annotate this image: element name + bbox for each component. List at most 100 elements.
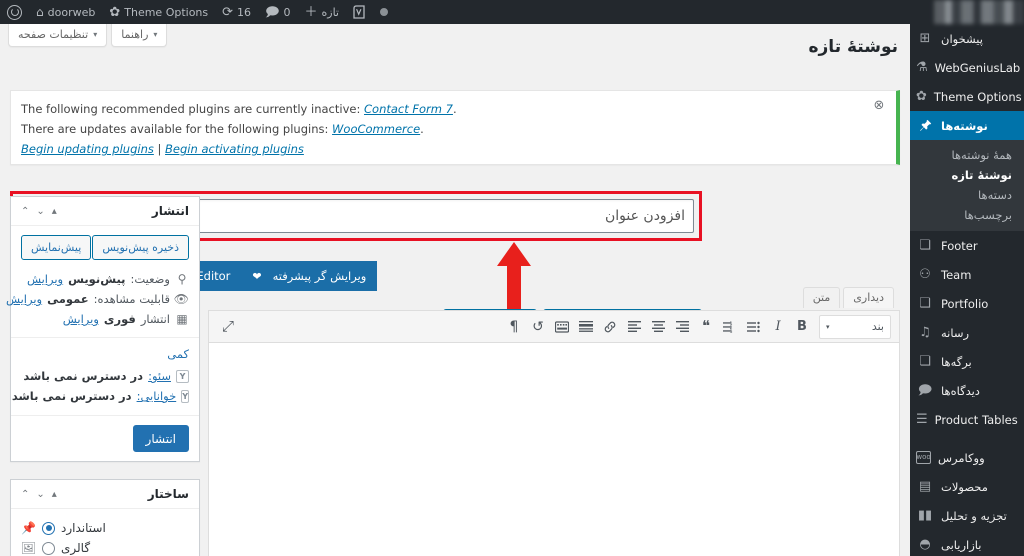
sidebar-item-dashboard[interactable]: پیشخوان ⊞	[910, 24, 1024, 53]
link-icon[interactable]	[599, 316, 621, 338]
more-glyph	[579, 321, 593, 332]
update-arrows-icon: ⟳	[222, 4, 234, 20]
site-name-item[interactable]: doorweb ⌂	[29, 0, 102, 24]
sidebar-item-all-posts[interactable]: همهٔ نوشته‌ها	[910, 145, 1024, 165]
fullscreen-icon[interactable]: ⤢	[217, 316, 239, 338]
publish-actions-row: ذخیره پیش‌نویس پیش‌نمایش	[21, 235, 189, 260]
gear-icon: ✿	[109, 4, 121, 20]
format-option-standard[interactable]: 📌 استاندارد	[21, 518, 189, 538]
numbered-list-icon[interactable]: 123	[719, 316, 741, 338]
screen-options-tab-label: تنظیمات صفحه	[18, 28, 89, 41]
sidebar-item-posts[interactable]: نوشته‌ها	[910, 111, 1024, 140]
comments-item[interactable]: 0 🗩	[258, 0, 297, 24]
new-content-item[interactable]: تازه ＋	[297, 0, 346, 24]
red-arrow-annotation	[497, 242, 531, 314]
site-name-redacted[interactable]	[934, 0, 1024, 24]
sidebar-item-webgeniuslab[interactable]: WebGeniusLab ⚗	[910, 53, 1024, 82]
close-icon[interactable]: ⊗	[872, 99, 886, 113]
toggle-panel-icon[interactable]: ▴	[52, 206, 57, 217]
sidebar-item-categories[interactable]: دسته‌ها	[910, 185, 1024, 205]
align-left-glyph	[627, 321, 641, 332]
blockquote-icon[interactable]: ❝	[695, 316, 717, 338]
sidebar-item-analytics[interactable]: تجزیه و تحلیل ▮▮	[910, 501, 1024, 530]
sidebar-item-new-post[interactable]: نوشتهٔ تازه	[910, 165, 1024, 185]
yoast-icon[interactable]	[346, 0, 373, 24]
tab-text[interactable]: متن	[802, 287, 841, 308]
publish-button[interactable]: انتشار	[132, 425, 189, 452]
sidebar-item-portfolio[interactable]: Portfolio ❑	[910, 289, 1024, 318]
bold-icon[interactable]: B	[791, 316, 813, 338]
sidebar-item-label: ووکامرس	[938, 450, 985, 465]
align-left-icon[interactable]	[623, 316, 645, 338]
preview-button[interactable]: پیش‌نمایش	[21, 235, 92, 260]
sidebar-item-label: Product Tables	[934, 412, 1018, 427]
post-content-editor: دیداری متن بند ▾ B I 1 2 3 ❝ ↺ ¶ ⤢	[208, 287, 900, 556]
sidebar-item-product-tables[interactable]: Product Tables ☰	[910, 405, 1024, 434]
ul-glyph	[747, 321, 760, 332]
keyboard-icon[interactable]	[551, 316, 573, 338]
sidebar-item-pages[interactable]: برگه‌ها ❏	[910, 347, 1024, 376]
status-dot-icon[interactable]	[373, 0, 395, 24]
updates-item[interactable]: 16 ⟳	[215, 0, 258, 24]
metabox-divider	[11, 337, 199, 338]
italic-icon[interactable]: I	[767, 316, 789, 338]
sidebar-item-theme-options[interactable]: Theme Options ✿	[910, 82, 1024, 111]
help-tab[interactable]: ▾ راهنما	[111, 24, 168, 47]
toggle-panel-icon[interactable]: ▴	[52, 489, 57, 500]
format-metabox-body: 📌 استاندارد 🖼 گالری ▶ ویدئو	[11, 509, 199, 556]
advanced-editor-button[interactable]: ویرایش گر پیشرفته ❤	[241, 261, 378, 291]
yoast-seo-icon: Y	[176, 369, 189, 383]
tab-visual[interactable]: دیداری	[843, 287, 894, 308]
read-more-icon[interactable]	[575, 316, 597, 338]
bulleted-list-icon[interactable]	[743, 316, 765, 338]
sidebar-item-media[interactable]: رسانه ♫	[910, 318, 1024, 347]
begin-activating-plugins-link[interactable]: Begin activating plugins	[165, 142, 304, 156]
sidebar-item-marketing[interactable]: بازاریابی ◓	[910, 530, 1024, 556]
begin-updating-plugins-link[interactable]: Begin updating plugins	[21, 142, 154, 156]
align-right-icon[interactable]	[671, 316, 693, 338]
woocommerce-link[interactable]: WooCommerce	[332, 122, 420, 136]
sidebar-item-team[interactable]: Team ⚇	[910, 260, 1024, 289]
post-schedule-label: انتشار	[140, 312, 170, 326]
toolbar-toggle-icon[interactable]: ¶	[503, 316, 525, 338]
publish-metabox-body: ذخیره پیش‌نویس پیش‌نمایش ⚲ وضعیت: پیش‌نو…	[6, 226, 199, 415]
yoast-seo-row: Y سئو: در دسترس نمی باشد	[21, 366, 189, 386]
order-down-icon[interactable]: ⌄	[36, 489, 44, 500]
format-option-gallery[interactable]: 🖼 گالری	[21, 538, 189, 556]
align-center-icon[interactable]	[647, 316, 669, 338]
order-down-icon[interactable]: ⌄	[36, 206, 44, 217]
edit-schedule-link[interactable]: ویرایش	[63, 312, 99, 326]
sidebar-item-woocommerce[interactable]: ووکامرس woo	[910, 443, 1024, 472]
gallery-icon: 🖼	[20, 541, 36, 555]
sidebar-item-products[interactable]: محصولات ▤	[910, 472, 1024, 501]
radio-standard[interactable]	[42, 521, 55, 535]
sidebar-item-label: دیدگاه‌ها	[941, 383, 980, 398]
wordpress-logo-icon	[7, 4, 22, 20]
undo-icon[interactable]: ↺	[527, 316, 549, 338]
wp-logo-item[interactable]	[0, 0, 29, 24]
paragraph-format-select[interactable]: بند ▾	[819, 314, 891, 339]
order-up-icon[interactable]: ⌃	[21, 206, 29, 217]
sidebar-item-comments[interactable]: دیدگاه‌ها 🗩	[910, 376, 1024, 405]
edit-visibility-link[interactable]: ویرایش	[6, 292, 42, 306]
yoast-seo-link[interactable]: سئو:	[148, 369, 171, 383]
save-draft-button[interactable]: ذخیره پیش‌نویس	[92, 235, 189, 260]
screen-options-tab[interactable]: ▾ تنظیمات صفحه	[8, 24, 108, 47]
new-content-label: تازه	[321, 5, 340, 19]
format-metabox-header: ساختار ⌃ ⌄ ▴	[11, 480, 199, 509]
analytics-icon: ▮▮	[917, 508, 933, 523]
sidebar-item-footer[interactable]: Footer ❏	[910, 231, 1024, 260]
format-label-gallery: گالری	[61, 541, 91, 555]
yoast-glyph	[353, 5, 365, 19]
order-up-icon[interactable]: ⌃	[21, 489, 29, 500]
post-status-row: ⚲ وضعیت: پیش‌نویس ویرایش	[21, 269, 189, 289]
sidebar-item-tags[interactable]: برچسب‌ها	[910, 205, 1024, 225]
yoast-section-header: کمی	[167, 347, 189, 361]
redacted-block	[934, 0, 1024, 24]
theme-options-item[interactable]: Theme Options ✿	[102, 0, 215, 24]
yoast-readability-link[interactable]: خوانایی:	[137, 389, 177, 403]
editor-content-area[interactable]	[209, 343, 899, 556]
edit-status-link[interactable]: ویرایش	[27, 272, 63, 286]
contact-form-7-link[interactable]: Contact Form 7	[364, 102, 453, 116]
radio-gallery[interactable]	[42, 541, 55, 555]
